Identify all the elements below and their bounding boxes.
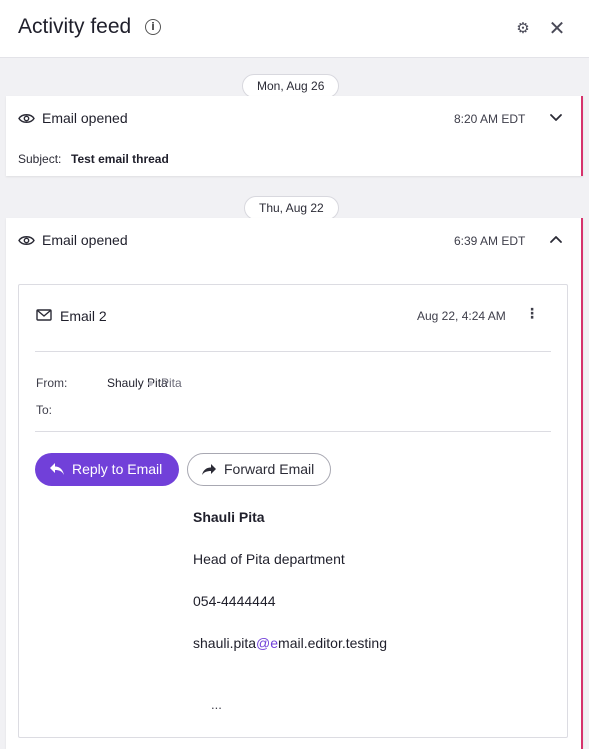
- date-separator: Thu, Aug 22: [244, 196, 339, 220]
- forward-button[interactable]: Forward Email: [187, 453, 331, 486]
- event-label: Email opened: [42, 232, 128, 248]
- email-date: Aug 22, 4:24 AM: [417, 309, 506, 323]
- divider: [35, 431, 551, 432]
- gear-icon[interactable]: ⚙: [514, 19, 532, 37]
- signature-email-suffix: mail.editor.testing: [278, 635, 387, 651]
- from-org: Pita: [161, 376, 182, 390]
- forward-icon: [202, 464, 216, 475]
- signature-phone: 054-4444444: [193, 593, 276, 609]
- email-preview: Email 2 Aug 22, 4:24 AM ⋮ From: Shauly P…: [18, 284, 568, 738]
- signature-email[interactable]: shauli.pita@email.editor.testing: [193, 635, 387, 651]
- envelope-icon: [36, 309, 52, 321]
- chevron-down-icon[interactable]: [549, 113, 563, 123]
- reply-button[interactable]: Reply to Email: [35, 453, 179, 486]
- divider: [35, 351, 551, 352]
- signature-email-highlight: @e: [256, 635, 279, 651]
- signature-name: Shauli Pita: [193, 509, 265, 525]
- from-label: From:: [36, 376, 68, 390]
- close-icon[interactable]: ✕: [546, 17, 568, 39]
- eye-icon: [18, 236, 35, 245]
- from-name[interactable]: Shauly Pita: [107, 376, 168, 390]
- show-more-ellipsis[interactable]: ...: [211, 697, 222, 712]
- signature-title: Head of Pita department: [193, 551, 345, 567]
- event-time: 8:20 AM EDT: [454, 112, 526, 126]
- panel-header: Activity feed i ⚙ ✕: [0, 0, 589, 58]
- forward-button-label: Forward Email: [224, 461, 315, 477]
- event-time: 6:39 AM EDT: [454, 234, 526, 248]
- subject-label: Subject:: [18, 152, 62, 166]
- panel-title: Activity feed: [18, 15, 132, 38]
- subject-value: Test email thread: [71, 152, 169, 166]
- to-label: To:: [36, 403, 53, 417]
- separator-dot: [148, 381, 153, 386]
- info-icon[interactable]: i: [145, 19, 161, 35]
- signature-email-prefix: shauli.pita: [193, 635, 257, 651]
- more-options-icon[interactable]: ⋮: [525, 306, 539, 322]
- email-subject: Email 2: [60, 308, 107, 324]
- reply-icon: [50, 463, 64, 475]
- eye-icon: [18, 114, 35, 123]
- event-label: Email opened: [42, 110, 128, 126]
- date-separator: Mon, Aug 26: [242, 74, 340, 98]
- reply-button-label: Reply to Email: [72, 461, 163, 477]
- activity-card[interactable]: Email opened 8:20 AM EDT Subject: Test e…: [6, 96, 583, 176]
- chevron-up-icon[interactable]: [549, 234, 563, 244]
